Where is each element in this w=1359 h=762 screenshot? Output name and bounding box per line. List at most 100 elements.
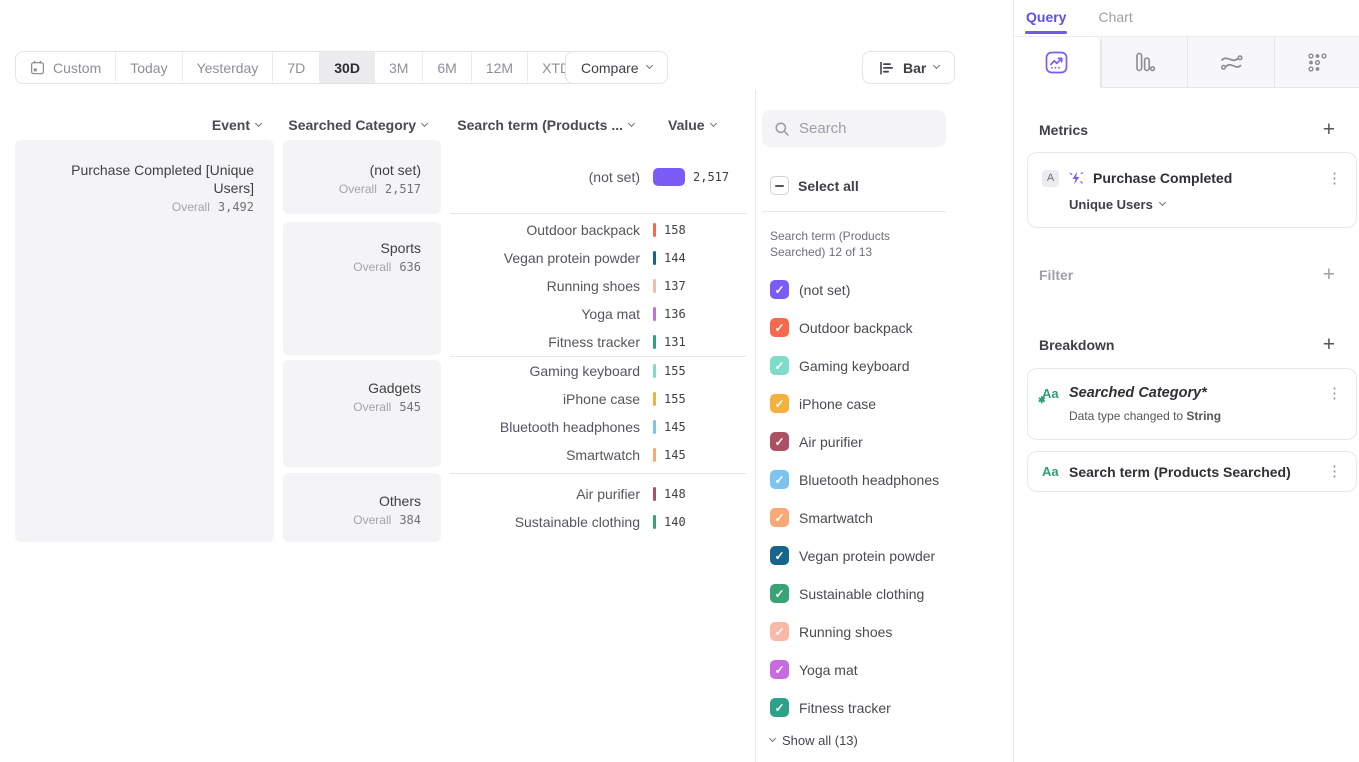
filter-option[interactable]: ✓ Gaming keyboard <box>770 356 910 375</box>
bar <box>653 487 656 501</box>
bar <box>653 392 656 406</box>
query-sidebar: Query Chart <box>1013 0 1359 762</box>
term-row[interactable]: Outdoor backpack 158 <box>450 216 746 244</box>
add-metric-button[interactable]: + <box>1323 119 1335 140</box>
column-header-value[interactable]: Value <box>668 117 738 133</box>
term-row[interactable]: Gaming keyboard 155 <box>450 357 746 385</box>
checkbox[interactable]: ✓ <box>770 584 789 603</box>
tab-retention[interactable] <box>1274 37 1359 88</box>
bar <box>653 335 656 349</box>
checkbox[interactable]: ✓ <box>770 432 789 451</box>
checkbox[interactable]: ✓ <box>770 394 789 413</box>
tab-insights[interactable] <box>1014 37 1101 88</box>
analytics-app: Custom Today Yesterday 7D 30D 3M 6M 12M … <box>0 0 1359 762</box>
category-cell[interactable]: Sports Overall636 <box>283 222 441 355</box>
date-range-6m[interactable]: 6M <box>422 52 470 83</box>
filter-option[interactable]: ✓ Running shoes <box>770 622 892 641</box>
date-range-custom[interactable]: Custom <box>16 52 115 83</box>
column-header-search-term[interactable]: Search term (Products ... <box>450 117 634 133</box>
term-row[interactable]: Air purifier 148 <box>450 480 746 508</box>
filter-header: Filter + <box>1039 264 1335 285</box>
measure-selector[interactable]: Unique Users <box>1028 197 1356 212</box>
filter-option[interactable]: ✓ Outdoor backpack <box>770 318 913 337</box>
bar <box>653 168 685 186</box>
filter-option[interactable]: ✓ Yoga mat <box>770 660 858 679</box>
date-range-segmented-control: Custom Today Yesterday 7D 30D 3M 6M 12M … <box>15 51 598 84</box>
add-breakdown-button[interactable]: + <box>1323 334 1335 355</box>
checkbox[interactable]: ✓ <box>770 546 789 565</box>
dots-grid-icon <box>1306 51 1329 74</box>
category-cell[interactable]: Others Overall384 <box>283 473 441 542</box>
date-range-3m[interactable]: 3M <box>374 52 422 83</box>
row-separator <box>450 473 746 474</box>
show-all-link[interactable]: Show all (13) <box>770 733 858 748</box>
category-cell[interactable]: (not set) Overall2,517 <box>283 140 441 214</box>
checkbox[interactable]: ✓ <box>770 470 789 489</box>
breakdown-card[interactable]: Aa✱ Searched Category* ⋮ Data type chang… <box>1027 368 1357 440</box>
date-range-yesterday[interactable]: Yesterday <box>182 52 273 83</box>
chart-type-button[interactable]: Bar <box>862 51 955 84</box>
chevron-down-icon <box>646 62 653 69</box>
event-overall: Overall3,492 <box>35 200 254 214</box>
tab-flows[interactable] <box>1187 37 1274 88</box>
series-badge: A <box>1042 170 1059 187</box>
checkbox[interactable]: ✓ <box>770 280 789 299</box>
checkbox[interactable]: ✓ <box>770 508 789 527</box>
term-row[interactable]: (not set) 2,517 <box>450 163 746 191</box>
tab-funnels[interactable] <box>1101 37 1188 88</box>
insights-icon <box>1045 51 1068 74</box>
tab-chart[interactable]: Chart <box>1098 9 1132 25</box>
filter-option[interactable]: ✓ Vegan protein powder <box>770 546 935 565</box>
column-header-category[interactable]: Searched Category <box>283 117 427 133</box>
filter-option[interactable]: ✓ Sustainable clothing <box>770 584 924 603</box>
metric-card[interactable]: A Purchase Completed ⋮ Unique Users <box>1027 152 1357 228</box>
term-row[interactable]: Running shoes 137 <box>450 272 746 300</box>
date-range-12m[interactable]: 12M <box>471 52 527 83</box>
term-row[interactable]: iPhone case 155 <box>450 385 746 413</box>
bar <box>653 223 656 237</box>
filter-option[interactable]: ✓ Air purifier <box>770 432 863 451</box>
breakdown-menu-button[interactable]: ⋮ <box>1327 386 1342 401</box>
breakdown-card[interactable]: Aa Search term (Products Searched) ⋮ <box>1027 451 1357 492</box>
column-header-event[interactable]: Event <box>15 117 261 133</box>
term-row[interactable]: Vegan protein powder 144 <box>450 244 746 272</box>
filter-option[interactable]: ✓ iPhone case <box>770 394 876 413</box>
date-range-30d[interactable]: 30D <box>319 52 374 83</box>
chevron-down-icon <box>933 62 940 69</box>
select-all-checkbox[interactable] <box>770 176 789 195</box>
category-cell[interactable]: Gadgets Overall545 <box>283 360 441 467</box>
filter-option[interactable]: ✓ (not set) <box>770 280 850 299</box>
filter-option[interactable]: ✓ Bluetooth headphones <box>770 470 939 489</box>
breakdown-property-name: Search term (Products Searched) <box>1069 464 1318 480</box>
divider <box>762 211 946 212</box>
term-row[interactable]: Smartwatch 145 <box>450 441 746 469</box>
bar <box>653 251 656 265</box>
metrics-header: Metrics + <box>1039 119 1335 140</box>
metric-event-name: Purchase Completed <box>1093 170 1318 186</box>
add-filter-button[interactable]: + <box>1323 264 1335 285</box>
term-row[interactable]: Yoga mat 136 <box>450 300 746 328</box>
date-range-today[interactable]: Today <box>115 52 181 83</box>
metric-menu-button[interactable]: ⋮ <box>1327 171 1342 186</box>
search-input[interactable] <box>799 120 929 137</box>
filter-option[interactable]: ✓ Fitness tracker <box>770 698 891 717</box>
checkbox[interactable]: ✓ <box>770 698 789 717</box>
checkbox[interactable]: ✓ <box>770 356 789 375</box>
term-row[interactable]: Sustainable clothing 140 <box>450 508 746 536</box>
checkbox[interactable]: ✓ <box>770 318 789 337</box>
term-row[interactable]: Fitness tracker 131 <box>450 328 746 356</box>
compare-button[interactable]: Compare <box>565 51 668 84</box>
checkbox[interactable]: ✓ <box>770 622 789 641</box>
term-row[interactable]: Bluetooth headphones 145 <box>450 413 746 441</box>
date-range-7d[interactable]: 7D <box>272 52 319 83</box>
breakdown-menu-button[interactable]: ⋮ <box>1327 464 1342 479</box>
report-type-strip <box>1014 36 1359 88</box>
select-all-row[interactable]: Select all <box>770 176 859 195</box>
chevron-down-icon <box>421 119 428 126</box>
filter-option[interactable]: ✓ Smartwatch <box>770 508 873 527</box>
filter-search[interactable] <box>762 110 946 147</box>
event-cell[interactable]: Purchase Completed [Unique Users] Overal… <box>15 140 274 542</box>
checkbox[interactable]: ✓ <box>770 660 789 679</box>
flow-icon <box>1219 51 1243 74</box>
tab-query[interactable]: Query <box>1026 9 1066 25</box>
